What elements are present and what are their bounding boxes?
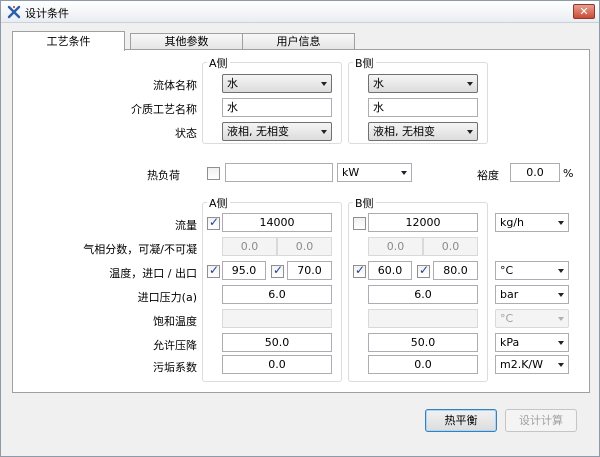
- margin-unit: %: [563, 167, 574, 180]
- side-a-vapor-noncondensable: 0.0: [277, 237, 332, 256]
- label-medium-name: 介质工艺名称: [131, 103, 197, 116]
- side-b-medium-input[interactable]: 水: [368, 98, 478, 117]
- chevron-down-icon: [401, 171, 407, 175]
- side-a-inlet-pressure-input[interactable]: 6.0: [222, 285, 332, 304]
- heat-balance-button[interactable]: 热平衡: [425, 409, 497, 432]
- side-b-pressure-drop-input[interactable]: 50.0: [368, 333, 478, 352]
- close-icon: ✕: [579, 5, 589, 18]
- side-a-state-select[interactable]: 液相, 无相变: [222, 122, 332, 141]
- side-a-temp-out-checkbox[interactable]: [271, 263, 284, 278]
- chevron-down-icon: [558, 293, 564, 297]
- label-fouling-factor: 污垢系数: [153, 361, 197, 374]
- chevron-down-icon: [558, 317, 564, 321]
- label-saturation-temp: 饱和温度: [153, 315, 197, 328]
- tab-panel: A侧 B侧 流体名称 介质工艺名称 状态 水 水 液相, 无相变 水 水 液相,…: [12, 49, 590, 393]
- title-bar: 设计条件 ✕: [1, 1, 599, 23]
- sat-temp-unit-select: °C: [495, 309, 569, 328]
- label-heat-load: 热负荷: [147, 169, 180, 182]
- chevron-down-icon: [558, 363, 564, 367]
- label-margin: 裕度: [477, 169, 499, 182]
- side-b-vapor-condensable: 0.0: [368, 237, 423, 256]
- group-title-side-a-process: A侧: [207, 195, 230, 211]
- chevron-down-icon: [467, 82, 473, 86]
- fouling-unit-select[interactable]: m2.K/W: [495, 355, 569, 374]
- temp-unit-select[interactable]: °C: [495, 261, 569, 280]
- side-b-temp-in-input[interactable]: 60.0: [368, 261, 412, 280]
- side-a-temp-out-input[interactable]: 70.0: [287, 261, 332, 280]
- side-a-temp-in-input[interactable]: 95.0: [222, 261, 266, 280]
- pressure-drop-unit-select[interactable]: kPa: [495, 333, 569, 352]
- side-a-medium-input[interactable]: 水: [222, 98, 332, 117]
- group-title-side-b-process: B侧: [353, 195, 376, 211]
- app-logo-icon: [7, 5, 21, 19]
- side-b-fluid-select[interactable]: 水: [368, 74, 478, 93]
- side-a-fouling-input[interactable]: 0.0: [222, 355, 332, 374]
- side-b-temp-in-checkbox[interactable]: [353, 263, 366, 278]
- window-title: 设计条件: [25, 7, 69, 20]
- label-state: 状态: [175, 127, 197, 140]
- heat-load-checkbox[interactable]: [207, 167, 220, 180]
- side-b-flow-input[interactable]: 12000: [368, 213, 478, 232]
- chevron-down-icon: [558, 221, 564, 225]
- label-flow: 流量: [175, 219, 197, 232]
- side-a-flow-checkbox[interactable]: [207, 215, 220, 230]
- side-b-state-select[interactable]: 液相, 无相变: [368, 122, 478, 141]
- side-a-temp-in-checkbox[interactable]: [207, 263, 220, 278]
- label-inlet-pressure: 进口压力(a): [137, 291, 197, 304]
- side-a-fluid-select[interactable]: 水: [222, 74, 332, 93]
- side-b-flow-checkbox[interactable]: [353, 217, 366, 230]
- label-pressure-drop: 允许压降: [153, 339, 197, 352]
- side-b-saturation-temp: [368, 309, 478, 328]
- label-fluid-name: 流体名称: [153, 79, 197, 92]
- tab-user-info[interactable]: 用户信息: [242, 33, 355, 50]
- side-b-inlet-pressure-input[interactable]: 6.0: [368, 285, 478, 304]
- side-a-pressure-drop-input[interactable]: 50.0: [222, 333, 332, 352]
- chevron-down-icon: [467, 130, 473, 134]
- tab-process-conditions[interactable]: 工艺条件: [12, 31, 125, 51]
- dialog-window: 设计条件 ✕ 工艺条件 其他参数 用户信息 A侧 B侧 流体名称 介质工艺名称 …: [0, 0, 600, 457]
- label-vapor-fraction: 气相分数，可凝/不可凝: [83, 243, 197, 256]
- side-a-flow-input[interactable]: 14000: [222, 213, 332, 232]
- heat-load-unit-select[interactable]: kW: [337, 163, 412, 182]
- chevron-down-icon: [558, 269, 564, 273]
- heat-load-input[interactable]: [225, 163, 333, 182]
- pressure-unit-select[interactable]: bar: [495, 285, 569, 304]
- group-title-side-b: B侧: [353, 55, 376, 71]
- chevron-down-icon: [558, 341, 564, 345]
- design-calc-button: 设计计算: [505, 409, 577, 432]
- side-a-vapor-condensable: 0.0: [222, 237, 277, 256]
- close-button[interactable]: ✕: [573, 4, 595, 19]
- flow-unit-select[interactable]: kg/h: [495, 213, 569, 232]
- side-b-vapor-noncondensable: 0.0: [423, 237, 478, 256]
- margin-input[interactable]: 0.0: [510, 163, 560, 182]
- side-b-temp-out-checkbox[interactable]: [417, 263, 430, 278]
- side-b-fouling-input[interactable]: 0.0: [368, 355, 478, 374]
- side-a-saturation-temp: [222, 309, 332, 328]
- tab-other-parameters[interactable]: 其他参数: [130, 33, 243, 50]
- label-temperature: 温度，进口 / 出口: [109, 267, 197, 280]
- chevron-down-icon: [321, 82, 327, 86]
- group-title-side-a: A侧: [207, 55, 230, 71]
- chevron-down-icon: [321, 130, 327, 134]
- side-b-temp-out-input[interactable]: 80.0: [433, 261, 478, 280]
